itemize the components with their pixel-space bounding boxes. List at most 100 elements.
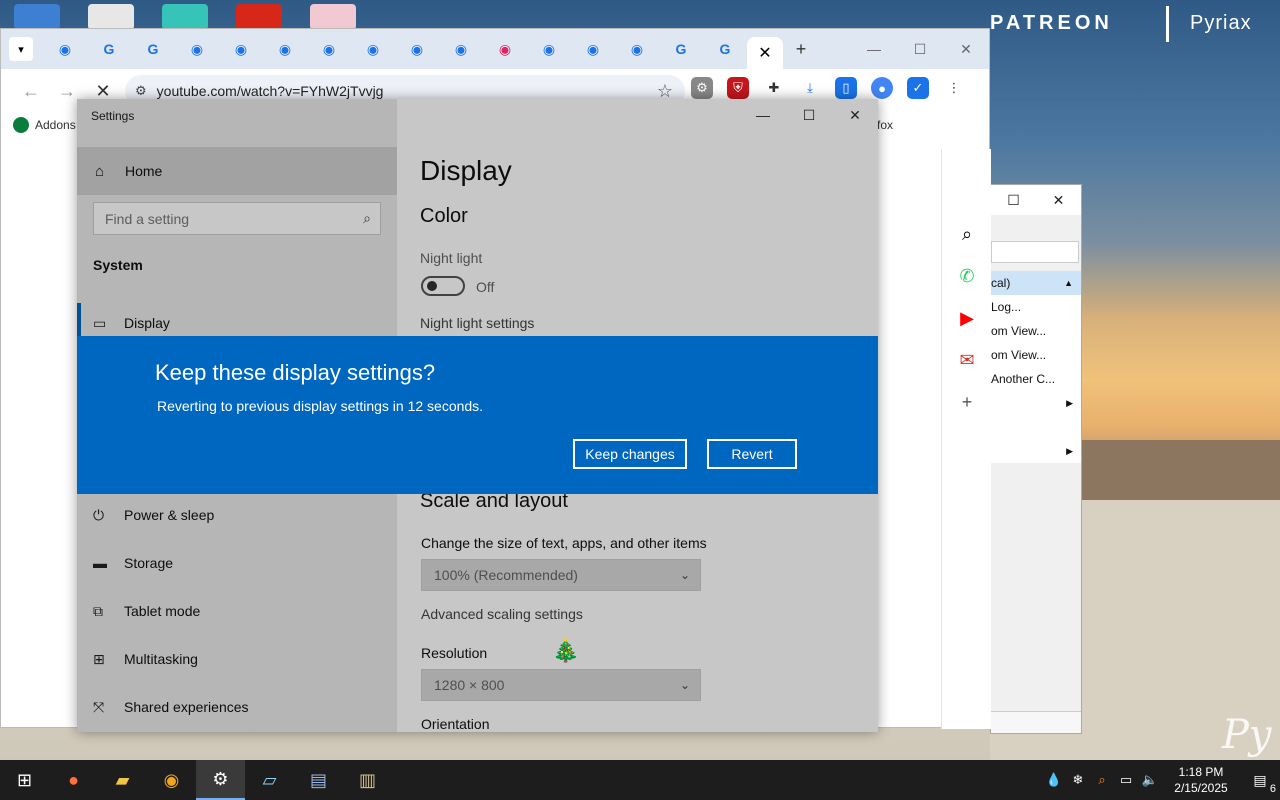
tab[interactable]: ◉	[439, 41, 483, 58]
app-icon-2[interactable]: ▥	[343, 760, 392, 800]
extension-icon[interactable]: ⚙	[691, 77, 713, 99]
menu-item[interactable]: om View...	[991, 343, 1081, 367]
whatsapp-icon[interactable]: ✆	[942, 255, 992, 297]
tab-search-icon[interactable]: ▾	[9, 37, 33, 61]
clock-time: 1:18 PM	[1178, 765, 1224, 779]
bg-window-field[interactable]	[991, 241, 1079, 263]
maximize-icon[interactable]: ☐	[786, 99, 832, 131]
desktop-icons	[14, 4, 356, 30]
close-icon[interactable]: ✕	[943, 29, 989, 69]
tab[interactable]: ◉	[263, 41, 307, 58]
new-tab-button[interactable]: +	[783, 39, 819, 60]
browser-side-panel: ⌕ ✆ ▶ ✉ +	[941, 149, 991, 729]
tab[interactable]: ◉	[395, 41, 439, 58]
droplet-icon[interactable]: 💧	[1042, 772, 1066, 788]
active-tab-close-icon[interactable]: ✕	[747, 37, 783, 69]
close-icon[interactable]: ✕	[832, 99, 878, 131]
tab[interactable]: ◉	[175, 41, 219, 58]
volume-icon[interactable]: 🔈	[1138, 772, 1162, 788]
addons-icon	[13, 117, 29, 133]
settings-icon[interactable]: ⚙	[196, 760, 245, 800]
tab[interactable]: ◉	[43, 41, 87, 58]
tab[interactable]: ◉	[615, 41, 659, 58]
chrome-canary-icon[interactable]: ◉	[147, 760, 196, 800]
dialog-message: Reverting to previous display settings i…	[157, 398, 484, 414]
tab[interactable]: G	[659, 41, 703, 57]
clock[interactable]: 1:18 PM 2/15/2025	[1162, 764, 1240, 796]
youtube-icon[interactable]: ▶	[942, 297, 992, 339]
download-icon[interactable]: ⤓	[799, 77, 821, 99]
menu-item-submenu[interactable]: ▶	[991, 439, 1081, 463]
caret-up-icon: ▲	[1064, 278, 1073, 288]
tab[interactable]: ◉	[483, 41, 527, 58]
tab[interactable]: ◉	[307, 41, 351, 58]
notepad-icon[interactable]: ▱	[245, 760, 294, 800]
desktop-icon-1[interactable]	[14, 4, 60, 30]
add-icon[interactable]: +	[942, 381, 992, 423]
site-info-icon[interactable]: ⚙	[135, 83, 147, 99]
bg-window-menu: cal) ▲ Log... om View... om View... Anoth…	[991, 271, 1081, 463]
search-icon[interactable]: ⌕	[942, 213, 992, 255]
file-explorer-icon[interactable]: ▰	[98, 760, 147, 800]
notification-count: 6	[1269, 782, 1276, 795]
desktop-icon-5[interactable]	[310, 4, 356, 30]
gmail-icon[interactable]: ✉	[942, 339, 992, 381]
menu-item[interactable]	[991, 415, 1081, 439]
browser-window-controls: — ☐ ✕	[851, 29, 989, 69]
app-icon[interactable]: ▤	[294, 760, 343, 800]
clock-date: 2/15/2025	[1174, 781, 1228, 795]
snowflake-icon[interactable]: ❄	[1066, 772, 1090, 788]
tab[interactable]: G	[131, 41, 175, 57]
back-icon[interactable]: ←	[13, 81, 49, 102]
minimize-icon[interactable]: —	[851, 29, 897, 69]
profile-icon[interactable]: ●	[871, 77, 893, 99]
network-icon[interactable]: ▭	[1114, 772, 1138, 788]
menu-item[interactable]: cal) ▲	[991, 271, 1081, 295]
firefox-icon[interactable]: ●	[49, 760, 98, 800]
url-text: youtube.com/watch?v=FYhW2jTvvjg	[156, 83, 384, 99]
menu-item[interactable]: om View...	[991, 319, 1081, 343]
menu-item[interactable]: Log...	[991, 295, 1081, 319]
close-icon[interactable]: ✕	[1036, 192, 1081, 209]
notification-center-icon[interactable]: ▤ 6	[1240, 772, 1280, 795]
artist-signature: Py	[1222, 712, 1272, 758]
desktop-icon-3[interactable]	[162, 4, 208, 30]
bookmark-addons[interactable]: Addons	[35, 118, 76, 132]
tab[interactable]: G	[703, 41, 747, 57]
settings-window-controls: — ☐ ✕	[740, 99, 878, 131]
dialog-title: Keep these display settings?	[155, 360, 436, 385]
windows-start-icon[interactable]: ⊞	[0, 760, 49, 800]
watermark-divider	[1166, 6, 1169, 42]
system-tray: 💧 ❄ ⌕ ▭ 🔈 1:18 PM 2/15/2025 ▤ 6	[1042, 760, 1280, 800]
extensions-row: ⚙ ⛨ ✚ ⤓ ▯ ● ✓ ⋮	[691, 77, 965, 99]
keep-changes-button[interactable]: Keep changes	[573, 439, 687, 469]
search-tray-icon[interactable]: ⌕	[1090, 772, 1114, 788]
menu-item-submenu[interactable]: ▶	[991, 391, 1081, 415]
desktop-icon-2[interactable]	[88, 4, 134, 30]
tab[interactable]: G	[87, 41, 131, 57]
tab[interactable]: ◉	[571, 41, 615, 58]
keep-settings-dialog: Keep these display settings? Reverting t…	[77, 336, 878, 494]
patreon-watermark: PATREON	[990, 12, 1113, 34]
maximize-icon[interactable]: ☐	[991, 192, 1036, 209]
tab[interactable]: ◉	[527, 41, 571, 58]
bg-window-titlebar: ☐ ✕	[991, 185, 1081, 215]
tab[interactable]: ◉	[219, 41, 263, 58]
extensions-puzzle-icon[interactable]: ✚	[763, 77, 785, 99]
tab[interactable]: ◉	[351, 41, 395, 58]
mcdonalds-icon[interactable]	[236, 4, 282, 30]
revert-button[interactable]: Revert	[707, 439, 797, 469]
bookmark-firefox[interactable]: fox	[877, 118, 893, 132]
christmas-tree-cursor-icon: 🎄	[552, 638, 580, 663]
side-panel-icon[interactable]: ▯	[835, 77, 857, 99]
more-menu-icon[interactable]: ⋮	[943, 77, 965, 99]
menu-item[interactable]: Another C...	[991, 367, 1081, 391]
bg-window-statusbar	[991, 711, 1081, 733]
ublock-icon[interactable]: ⛨	[727, 77, 749, 99]
artist-watermark: Pyriax	[1190, 12, 1252, 34]
background-window[interactable]: ☐ ✕ cal) ▲ Log... om View... om View... A…	[990, 184, 1082, 734]
maximize-icon[interactable]: ☐	[897, 29, 943, 69]
submenu-arrow-icon: ▶	[1066, 398, 1073, 408]
minimize-icon[interactable]: —	[740, 99, 786, 131]
shield-icon[interactable]: ✓	[907, 77, 929, 99]
